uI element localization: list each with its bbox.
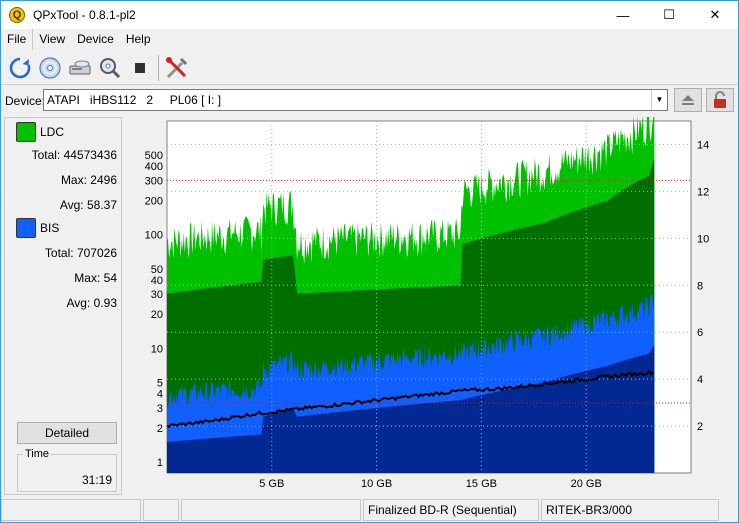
bis-total-value: 707026 (76, 246, 117, 260)
device-select[interactable]: ATAPI iHBS112 2 PL06 [ I: ] ▼ (43, 89, 668, 111)
menu-help[interactable]: Help (120, 29, 157, 50)
ldc-total-value: 44573436 (63, 148, 117, 162)
y-left-tick-label: 400 (145, 161, 163, 173)
disc-info-button[interactable] (35, 53, 65, 83)
chart-area: 5 GB 10 GB 15 GB 20 GB 2 4 6 8 10 12 14 1 2 3 4 5 10 20 30… (125, 90, 737, 495)
y-right-tick-label: 4 (697, 374, 703, 386)
settings-button[interactable] (162, 53, 192, 83)
device-bar: Device: ATAPI iHBS112 2 PL06 [ I: ] ▼ (1, 87, 738, 115)
status-cell-3 (181, 499, 361, 521)
media-id-status: RITEK-BR3/000 (541, 499, 719, 521)
y-left-tick-label: 40 (151, 275, 163, 287)
y-left-tick-label: 10 (151, 343, 163, 355)
stats-panel: LDC Total: 44573436 Max: 2496 Avg: 58.37… (4, 117, 122, 495)
time-label: Time (23, 448, 52, 460)
ldc-legend: LDC (16, 122, 64, 142)
bis-avg: Avg: 0.93 (67, 296, 118, 310)
bis-label: BIS (40, 221, 60, 235)
ldc-label: LDC (40, 125, 65, 139)
bis-avg-label: Avg: (66, 296, 91, 310)
ldc-total-label: Total: (31, 148, 61, 162)
y-left-tick-label: 100 (145, 230, 163, 242)
x-tick-label: 5 GB (259, 478, 284, 490)
y-left-tick-label: 5 (157, 378, 163, 390)
y-left-tick-label: 4 (157, 389, 163, 401)
dropdown-arrow-icon[interactable]: ▼ (651, 90, 667, 110)
scan-disc-button[interactable] (95, 53, 125, 83)
ldc-color-swatch[interactable] (16, 122, 36, 142)
stop-button[interactable] (125, 53, 155, 83)
menu-device[interactable]: Device (71, 29, 120, 50)
status-cell-2 (143, 499, 179, 521)
bis-max-value: 54 (103, 271, 117, 285)
disc-type-status: Finalized BD-R (Sequential) (363, 499, 539, 521)
bis-color-swatch[interactable] (16, 218, 36, 238)
disc-icon (39, 56, 61, 79)
eject-icon (682, 95, 694, 105)
y-left-tick-label: 200 (145, 195, 163, 207)
bis-max: Max: 54 (74, 271, 117, 285)
title-bar: Q QPxTool - 0.8.1-pl2 — ☐ ✕ (1, 1, 738, 29)
bis-total: Total: 707026 (45, 246, 117, 260)
ldc-max-label: Max: (60, 173, 87, 187)
ldc-max-value: 2496 (90, 173, 117, 187)
y-left-tick-label: 50 (151, 264, 163, 276)
maximize-button[interactable]: ☐ (646, 1, 692, 29)
time-value: 31:19 (81, 473, 112, 487)
y-right-tick-label: 12 (697, 186, 709, 198)
toolbar-separator (158, 54, 159, 81)
refresh-button[interactable] (5, 53, 35, 83)
y-right-tick-label: 14 (697, 139, 709, 151)
status-cell-1 (1, 499, 141, 521)
window-title: QPxTool - 0.8.1-pl2 (33, 8, 136, 22)
bis-avg-value: 0.93 (93, 296, 117, 310)
device-select-value: ATAPI iHBS112 2 PL06 [ I: ] (47, 93, 222, 107)
eject-button[interactable] (674, 88, 702, 112)
scan-drive-button[interactable] (65, 53, 95, 83)
y-left-tick-label: 3 (157, 403, 163, 415)
y-left-tick-label: 2 (157, 423, 163, 435)
y-left-tick-label: 1 (157, 457, 163, 469)
tools-icon (166, 56, 188, 78)
qpxtool-app-icon: Q (9, 7, 25, 23)
lock-button[interactable] (706, 88, 734, 112)
menu-view[interactable]: View (33, 29, 71, 50)
status-bar: Finalized BD-R (Sequential) RITEK-BR3/00… (1, 499, 738, 522)
time-group: Time 31:19 (17, 448, 117, 492)
y-left-tick-label: 300 (145, 175, 163, 187)
device-label: Device: (5, 94, 46, 108)
y-left-tick-label: 30 (151, 289, 163, 301)
ldc-bis-chart: 5 GB 10 GB 15 GB 20 GB246810121412345102030… (145, 90, 709, 490)
y-right-tick-label: 8 (697, 280, 703, 292)
x-tick-label: 10 GB (361, 478, 392, 490)
bis-max-label: Max: (74, 271, 101, 285)
ldc-avg-value: 58.37 (86, 198, 117, 212)
y-left-tick-label: 20 (151, 309, 163, 321)
y-right-tick-label: 10 (697, 233, 709, 245)
toolbar (1, 51, 738, 85)
x-tick-label: 20 GB (571, 478, 602, 490)
refresh-icon (9, 57, 31, 78)
app-window: Q QPxTool - 0.8.1-pl2 — ☐ ✕ File View De… (0, 0, 739, 523)
lock-icon (714, 91, 726, 108)
stop-icon (135, 62, 145, 73)
magnifier-disc-icon (100, 57, 121, 78)
ldc-total: Total: 44573436 (32, 148, 117, 162)
ldc-avg: Avg: 58.37 (60, 198, 117, 212)
ldc-avg-label: Avg: (59, 198, 84, 212)
scanner-icon (69, 60, 91, 74)
close-button[interactable]: ✕ (692, 1, 738, 29)
ldc-max: Max: 2496 (61, 173, 117, 187)
menu-file[interactable]: File (1, 29, 34, 50)
y-right-tick-label: 2 (697, 421, 703, 433)
bis-legend: BIS (16, 218, 59, 238)
minimize-button[interactable]: — (600, 1, 646, 29)
bis-total-label: Total: (44, 246, 74, 260)
y-right-tick-label: 6 (697, 327, 703, 339)
x-tick-label: 15 GB (466, 478, 497, 490)
detailed-button[interactable]: Detailed (17, 422, 117, 444)
menu-bar: File View Device Help (1, 29, 738, 50)
y-left-tick-label: 500 (145, 150, 163, 162)
